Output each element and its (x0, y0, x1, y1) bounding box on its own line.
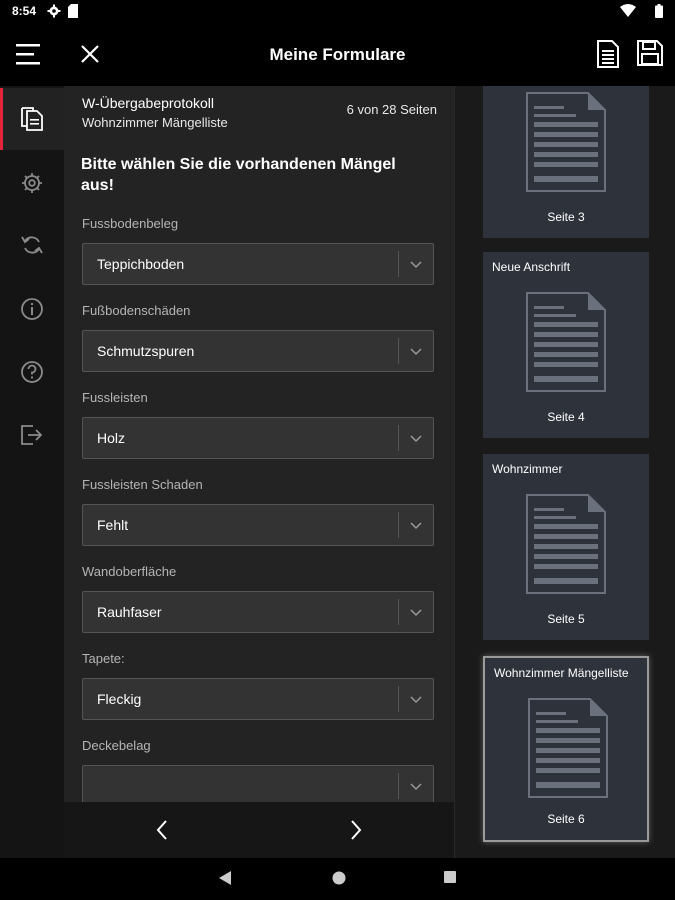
form-title: W-Übergabeprotokoll (82, 95, 215, 111)
sd-card-icon (68, 4, 78, 18)
form-prompt: Bitte wählen Sie die vorhandenen Mängel … (81, 156, 396, 194)
rail-item-logout[interactable] (0, 404, 64, 466)
sync-icon (21, 236, 43, 254)
document-icon (526, 292, 606, 392)
chevron-down-icon (410, 696, 422, 704)
select-value: Holz (97, 430, 126, 446)
thumbnail-seite-3[interactable]: Seite 3 (483, 86, 649, 238)
thumbnail-seite-6[interactable]: Wohnzimmer Mängelliste Seite 6 (483, 656, 649, 842)
gear-icon (22, 173, 42, 193)
save-icon[interactable] (637, 40, 663, 66)
field-label-deckebelag: Deckebelag (82, 738, 151, 753)
select-value: Schmutzspuren (97, 343, 195, 359)
select-value: Teppichboden (97, 256, 185, 272)
thumbnail-page: Seite 5 (547, 612, 585, 626)
system-navigation-bar (0, 858, 675, 900)
select-value: Fleckig (97, 691, 142, 707)
select-wandoberflaeche[interactable]: Rauhfaser (82, 591, 434, 633)
rail-item-forms[interactable] (0, 88, 64, 150)
rail-item-help[interactable] (0, 341, 64, 403)
back-icon[interactable] (218, 870, 232, 886)
thumbnail-title: Wohnzimmer (492, 462, 563, 476)
field-label-fussbodenschaeden: Fußbodenschäden (82, 303, 191, 318)
thumbnail-title: Wohnzimmer Mängelliste (494, 666, 629, 680)
select-fussleisten-schaden[interactable]: Fehlt (82, 504, 434, 546)
previous-page-button[interactable] (154, 818, 170, 842)
thumbnail-seite-4[interactable]: Neue Anschrift Seite 4 (483, 252, 649, 438)
field-label-wandoberflaeche: Wandoberfläche (82, 564, 177, 579)
thumbnail-page: Seite 4 (547, 410, 585, 424)
rail-item-info[interactable] (0, 278, 64, 340)
document-icon (528, 698, 608, 798)
navigation-rail (0, 86, 64, 858)
page-thumbnails: Seite 3 Neue Anschrift Seite 4 Wohnzimme… (454, 86, 675, 858)
field-label-fussleisten: Fussleisten (82, 390, 148, 405)
select-fussbodenschaeden[interactable]: Schmutzspuren (82, 330, 434, 372)
chevron-down-icon (410, 435, 422, 443)
thumbnail-seite-5[interactable]: Wohnzimmer Seite 5 (483, 454, 649, 640)
wifi-icon (620, 4, 636, 17)
select-tapete[interactable]: Fleckig (82, 678, 434, 720)
form-panel: W-Übergabeprotokoll Wohnzimmer Mängellis… (64, 86, 454, 802)
settings-status-icon (47, 4, 61, 18)
page-indicator: 6 von 28 Seiten (346, 102, 437, 117)
chevron-down-icon (410, 348, 422, 356)
select-value: Rauhfaser (97, 604, 162, 620)
recents-icon[interactable] (443, 870, 457, 884)
rail-item-sync[interactable] (0, 214, 64, 276)
select-fussbodenbeleg[interactable]: Teppichboden (82, 243, 434, 285)
field-label-fussleisten-schaden: Fussleisten Schaden (82, 477, 203, 492)
field-label-tapete: Tapete: (82, 651, 125, 666)
status-time: 8:54 (12, 4, 37, 18)
app-bar: Meine Formulare (0, 24, 675, 86)
thumbnail-page: Seite 3 (547, 210, 585, 224)
chevron-down-icon (410, 522, 422, 530)
document-icon (526, 92, 606, 192)
chevron-down-icon (410, 261, 422, 269)
field-label-fussbodenbeleg: Fussbodenbeleg (82, 216, 179, 231)
help-icon (21, 361, 43, 383)
page-navigation (64, 802, 454, 858)
thumbnail-page: Seite 6 (547, 812, 585, 826)
battery-icon (655, 4, 663, 18)
document-icon (526, 494, 606, 594)
select-fussleisten[interactable]: Holz (82, 417, 434, 459)
documents-icon (21, 107, 43, 131)
status-bar: 8:54 (0, 0, 675, 24)
select-deckebelag[interactable] (82, 765, 434, 802)
next-page-button[interactable] (348, 818, 364, 842)
thumbnail-title: Neue Anschrift (492, 260, 571, 274)
document-list-icon[interactable] (597, 40, 619, 68)
rail-item-settings[interactable] (0, 152, 64, 214)
form-subtitle: Wohnzimmer Mängelliste (82, 115, 228, 130)
home-icon[interactable] (331, 870, 347, 886)
logout-icon (21, 425, 43, 445)
select-value: Fehlt (97, 517, 129, 533)
chevron-down-icon (410, 609, 422, 617)
info-icon (21, 298, 43, 320)
chevron-down-icon (410, 783, 422, 791)
page-title: Meine Formulare (269, 45, 406, 64)
